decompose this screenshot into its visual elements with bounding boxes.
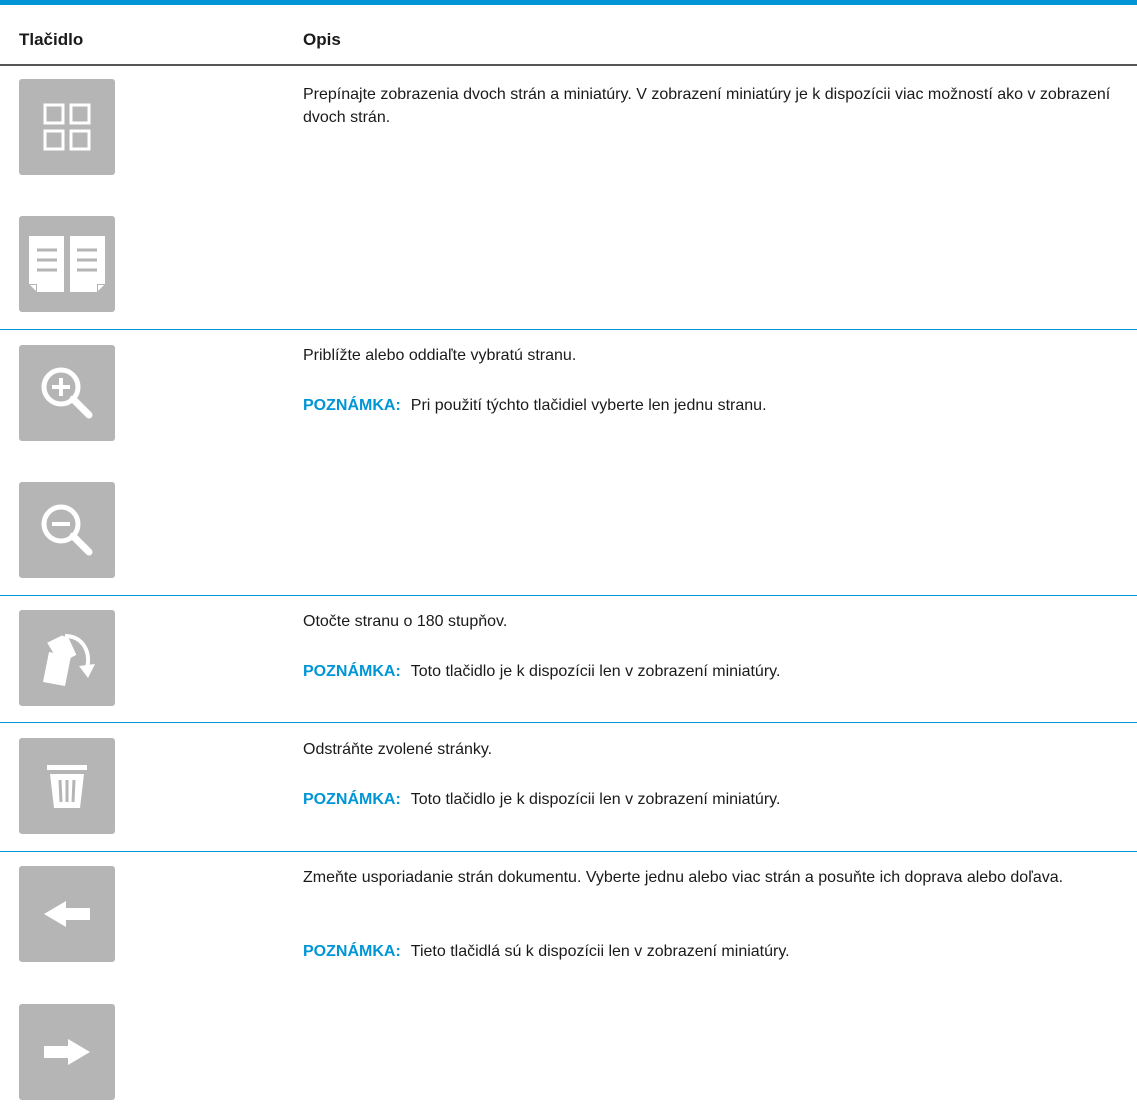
two-page-view-icon <box>29 236 105 292</box>
note-text: Toto tlačidlo je k dispozícii len v zobr… <box>410 791 781 808</box>
zoom-out-button[interactable] <box>19 482 115 578</box>
note-label: POZNÁMKA: <box>303 663 401 680</box>
note: POZNÁMKA: Pri použití týchto tlačidiel vy… <box>303 394 767 417</box>
row-separator <box>0 851 1137 852</box>
header-rule <box>0 64 1137 66</box>
row-description: Odstráňte zvolené stránky. <box>303 741 493 758</box>
note: POZNÁMKA: Tieto tlačidlá sú k dispozícii … <box>303 940 790 963</box>
row-description: Prepínajte zobrazenia dvoch strán a mini… <box>303 86 1111 126</box>
zoom-out-icon <box>41 504 93 556</box>
note-label: POZNÁMKA: <box>303 397 401 414</box>
delete-page-button[interactable] <box>19 738 115 834</box>
note-text: Toto tlačidlo je k dispozícii len v zobr… <box>410 663 781 680</box>
note-label: POZNÁMKA: <box>303 943 401 960</box>
row-separator <box>0 722 1137 723</box>
trash-icon <box>47 765 87 808</box>
thumbnail-grid-icon <box>43 103 91 151</box>
arrow-right-icon <box>44 1039 90 1065</box>
row-description: Otočte stranu o 180 stupňov. <box>303 613 508 630</box>
note-text: Tieto tlačidlá sú k dispozícii len v zob… <box>410 943 790 960</box>
move-right-button[interactable] <box>19 1004 115 1100</box>
row-separator <box>0 329 1137 330</box>
two-page-view-button[interactable] <box>19 216 115 312</box>
arrow-left-icon <box>44 901 90 927</box>
top-rule <box>0 0 1137 5</box>
move-left-button[interactable] <box>19 866 115 962</box>
rotate-page-button[interactable] <box>19 610 115 706</box>
row-description: Zmeňte usporiadanie strán dokumentu. Vyb… <box>303 869 1064 886</box>
row-separator <box>0 595 1137 596</box>
note: POZNÁMKA: Toto tlačidlo je k dispozícii l… <box>303 660 780 683</box>
zoom-in-button[interactable] <box>19 345 115 441</box>
note-text: Pri použití týchto tlačidiel vyberte len… <box>410 397 767 414</box>
column-header-button: Tlačidlo <box>19 30 84 49</box>
rotate-page-icon <box>43 634 95 686</box>
thumbnail-view-button[interactable] <box>19 79 115 175</box>
column-header-description: Opis <box>303 30 341 49</box>
row-description: Priblížte alebo oddiaľte vybratú stranu. <box>303 347 577 364</box>
zoom-in-icon <box>41 367 93 419</box>
note-label: POZNÁMKA: <box>303 791 401 808</box>
note: POZNÁMKA: Toto tlačidlo je k dispozícii l… <box>303 788 780 811</box>
